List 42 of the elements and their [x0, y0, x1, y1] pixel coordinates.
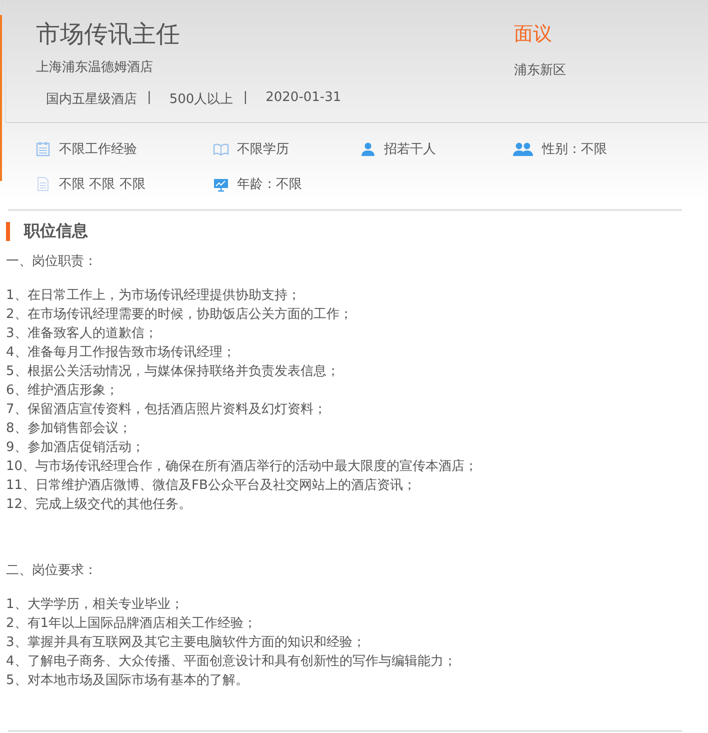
list-item: 9、参加酒店促销活动； — [6, 439, 146, 457]
list-item: 12、完成上级交代的其他任务。 — [6, 496, 193, 514]
subsection-heading: 二、岗位要求： — [6, 562, 98, 580]
job-attribute: 不限 不限 不限 — [59, 176, 146, 193]
list-item: 1、在日常工作上，为市场传讯经理提供协助支持； — [6, 287, 302, 305]
job-meta: 500人以上 — [169, 91, 234, 108]
job-attribute: 不限学历 — [237, 141, 289, 158]
salary: 面议 — [514, 22, 552, 47]
job-attribute: 年龄：不限 — [237, 176, 302, 193]
section-title: 职位信息 — [24, 221, 88, 242]
list-item: 10、与市场传讯经理合作，确保在所有酒店举行的活动中最大限度的宣传本酒店； — [6, 458, 479, 476]
list-item: 4、了解电子商务、大众传播、平面创意设计和具有创新性的写作与编辑能力； — [6, 653, 458, 671]
company-name: 上海浦东温德姆酒店 — [36, 59, 154, 76]
list-item: 2、在市场传讯经理需要的时候，协助饭店公关方面的工作； — [6, 306, 354, 324]
list-item: 5、根据公关活动情况，与媒体保持联络并负责发表信息； — [6, 363, 340, 381]
list-item: 1、大学学历，相关专业毕业； — [6, 596, 184, 614]
book-icon — [213, 141, 229, 157]
list-item: 8、参加销售部会议； — [6, 420, 132, 438]
list-item: 3、掌握并具有互联网及其它主要电脑软件方面的知识和经验； — [6, 634, 366, 652]
list-item: 6、维护酒店形象； — [6, 382, 120, 400]
job-title: 市场传讯主任 — [36, 19, 181, 50]
separator: | — [243, 90, 248, 107]
people-icon — [512, 141, 534, 157]
job-meta: 国内五星级酒店 — [46, 91, 137, 108]
separator: | — [147, 90, 152, 107]
subsection-heading: 一、岗位职责： — [6, 253, 98, 271]
chart-board-icon — [213, 176, 229, 192]
heading-bar — [6, 222, 10, 241]
list-item: 2、有1年以上国际品牌酒店相关工作经验； — [6, 615, 258, 633]
list-item: 11、日常维护酒店微博、微信及FB公众平台及社交网站上的酒店资讯； — [6, 477, 417, 495]
list-item: 7、保留酒店宣传资料，包括酒店照片资料及幻灯资料； — [6, 401, 328, 419]
job-attribute: 招若干人 — [384, 141, 436, 158]
location: 浦东新区 — [514, 62, 566, 79]
person-icon — [360, 141, 376, 157]
list-item: 4、准备每月工作报告致市场传讯经理； — [6, 344, 236, 362]
list-item: 3、准备致客人的道歉信； — [6, 325, 158, 343]
document-icon — [35, 176, 51, 192]
job-attribute: 不限工作经验 — [59, 141, 137, 158]
list-item: 5、对本地市场及国际市场有基本的了解。 — [6, 672, 250, 690]
calendar-icon — [35, 141, 51, 157]
job-attribute: 性别：不限 — [542, 141, 607, 158]
job-meta: 2020-01-31 — [266, 90, 342, 107]
